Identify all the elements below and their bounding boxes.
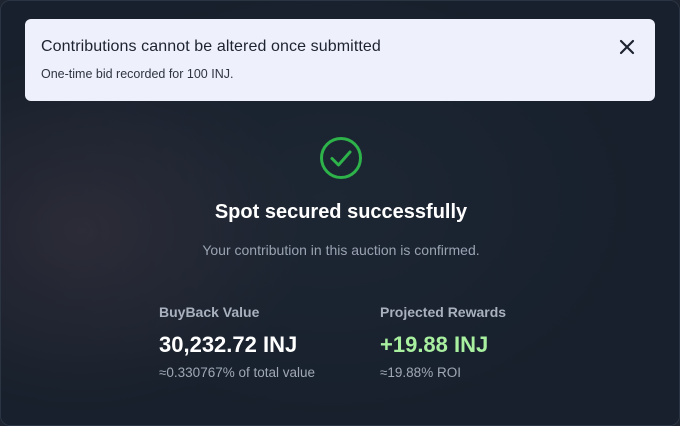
check-circle-icon: [319, 136, 363, 180]
toast-message: One-time bid recorded for 100 INJ.: [41, 67, 234, 81]
rewards-note: ≈19.88% ROI: [380, 365, 461, 380]
rewards-value: +19.88 INJ: [380, 332, 489, 357]
success-dialog: Contributions cannot be altered once sub…: [0, 0, 680, 426]
rewards-label: Projected Rewards: [380, 304, 507, 320]
toast-title: Contributions cannot be altered once sub…: [41, 38, 381, 55]
rewards-stat: Projected Rewards +19.88 INJ ≈19.88% ROI: [380, 303, 506, 382]
success-subtitle: Your contribution in this auction is con…: [202, 242, 480, 258]
buyback-note: ≈0.330767% of total value: [159, 365, 316, 380]
success-title: Spot secured successfully: [214, 201, 468, 223]
notification-toast: Contributions cannot be altered once sub…: [25, 19, 655, 101]
close-icon[interactable]: [617, 37, 637, 57]
buyback-value: 30,232.72 INJ: [159, 332, 298, 357]
buyback-stat: BuyBack Value 30,232.72 INJ ≈0.330767% o…: [159, 303, 315, 382]
buyback-label: BuyBack Value: [159, 304, 260, 320]
